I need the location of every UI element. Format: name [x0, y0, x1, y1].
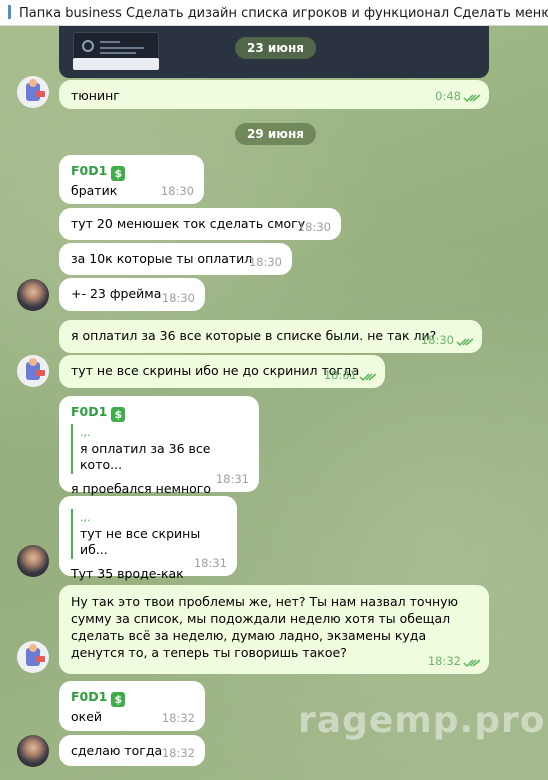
message-text: сделаю тогда — [71, 743, 163, 758]
message-text: тут 20 менюшек ток сделать смогу — [71, 216, 306, 231]
quote-text: тут не все скрины иб... — [80, 526, 201, 557]
message-time: 18:30 — [420, 333, 454, 347]
message-time: 18:31 — [215, 472, 249, 486]
reply-quote[interactable]: .,. я оплатил за 36 все кото... — [71, 424, 247, 474]
message-bubble[interactable]: тут 20 менюшек ток сделать смогу 18:30 — [59, 208, 341, 240]
dollar-badge-icon: $ — [111, 407, 126, 422]
avatar[interactable] — [17, 545, 49, 577]
message-time: 18:32 — [161, 746, 195, 760]
avatar-figure-icon — [26, 644, 45, 666]
date-separator: 23 июня — [235, 37, 316, 59]
message-text: Тут 35 вроде-как — [71, 566, 184, 581]
message-text: за 10к которые ты оплатил — [71, 251, 253, 266]
avatar[interactable] — [17, 641, 49, 673]
avatar[interactable] — [17, 355, 49, 387]
avatar[interactable] — [17, 76, 49, 108]
message-bubble[interactable]: F0D1 $ окей 18:32 — [59, 681, 205, 731]
sender-name: F0D1 $ — [71, 162, 192, 181]
message-text: братик — [71, 183, 118, 198]
message-bubble[interactable]: за 10к которые ты оплатил 18:30 — [59, 243, 292, 275]
quote-author: .,. — [80, 511, 91, 524]
message-text: +- 23 фрейма — [71, 286, 162, 301]
watermark: ragemp.pro — [298, 700, 546, 741]
date-separator: 29 июня — [235, 123, 316, 145]
message-time: 18:30 — [161, 291, 195, 305]
message-bubble[interactable]: F0D1 $ .,. я оплатил за 36 все кото... я … — [59, 396, 259, 496]
dollar-badge-icon: $ — [111, 166, 126, 181]
pinned-header[interactable]: Папка business Сделать дизайн списка игр… — [0, 0, 548, 26]
avatar-figure-icon — [26, 358, 45, 380]
message-time: 18:32 — [161, 711, 195, 725]
pinned-bar-icon — [8, 5, 11, 19]
message-bubble[interactable]: Ну так это твои проблемы же, нет? Ты нам… — [59, 585, 489, 674]
message-text: я оплатил за 36 все которые в списке был… — [71, 328, 437, 343]
message-text: тут не все скрины ибо не до скринил тогд… — [71, 363, 360, 378]
double-check-icon — [359, 373, 377, 382]
header-title: Папка business Сделать дизайн списка игр… — [19, 6, 548, 21]
message-bubble[interactable]: тюнинг 0:48 — [59, 80, 489, 109]
media-logo-icon — [82, 40, 94, 52]
message-time: 18:31 — [193, 556, 227, 570]
reply-quote[interactable]: .,. тут не все скрины иб... — [71, 509, 225, 559]
avatar[interactable] — [17, 279, 49, 311]
avatar-figure-icon — [26, 79, 45, 101]
message-bubble[interactable]: +- 23 фрейма 18:30 — [59, 278, 205, 311]
dollar-badge-icon: $ — [111, 692, 126, 707]
double-check-icon — [463, 94, 481, 103]
message-text: окей — [71, 709, 103, 724]
sender-name: F0D1 $ — [71, 688, 193, 707]
avatar[interactable] — [17, 735, 49, 767]
message-time: 18:32 — [427, 654, 461, 668]
message-time: 18:30 — [248, 255, 282, 269]
message-time: 18:30 — [297, 220, 331, 234]
message-time: 0:48 — [435, 89, 461, 103]
message-bubble[interactable]: я оплатил за 36 все которые в списке был… — [59, 320, 482, 353]
message-bubble[interactable]: сделаю тогда 18:32 — [59, 735, 205, 766]
message-bubble[interactable]: F0D1 $ братик 18:30 — [59, 155, 204, 204]
sender-name: F0D1 $ — [71, 403, 247, 422]
message-bubble[interactable]: .,. тут не все скрины иб... Тут 35 вроде… — [59, 496, 237, 581]
double-check-icon — [463, 659, 481, 668]
media-button — [73, 58, 159, 70]
message-bubble[interactable]: тут не все скрины ибо не до скринил тогд… — [59, 355, 385, 388]
quote-text: я оплатил за 36 все кото... — [80, 441, 211, 472]
message-time: 18:30 — [160, 184, 194, 198]
message-time: 18:31 — [323, 368, 357, 382]
double-check-icon — [456, 338, 474, 347]
message-text: тюнинг — [71, 88, 120, 103]
message-text: я проебался немного — [71, 481, 211, 496]
message-text: Ну так это твои проблемы же, нет? Ты нам… — [71, 594, 459, 660]
quote-author: .,. — [80, 426, 91, 439]
